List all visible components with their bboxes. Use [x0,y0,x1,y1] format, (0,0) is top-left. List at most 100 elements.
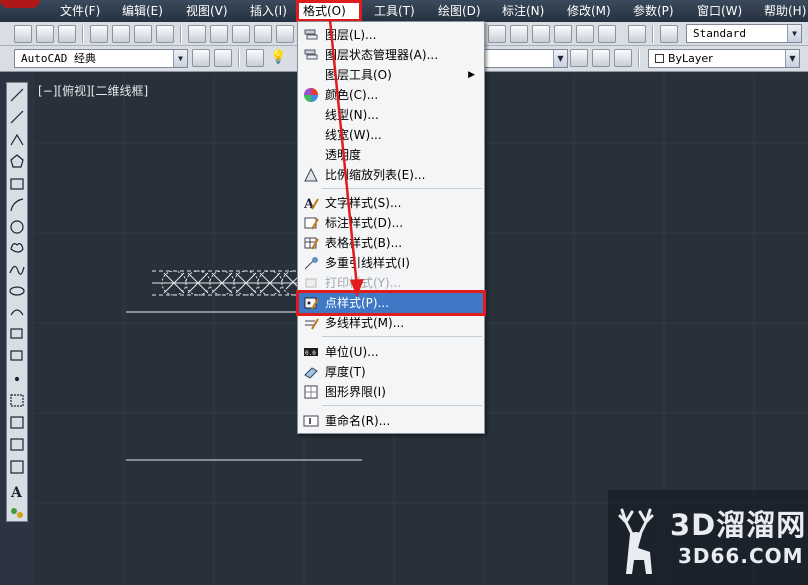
add-selected-icon[interactable] [11,508,17,514]
linetype-combo[interactable]: ByLayer ▼ [648,49,800,68]
thickness-icon [303,364,319,380]
3d-dwf-icon[interactable] [156,25,174,43]
workspace-combo[interactable]: AutoCAD 经典 ▼ [14,49,188,68]
menu-item-dimension-style[interactable]: 标注样式(D)... [299,213,483,233]
make-current-layer-icon[interactable] [570,49,588,67]
toolbar-separator [652,25,654,43]
revision-cloud-icon[interactable] [10,243,24,253]
multiline-text-icon[interactable]: A [10,485,23,501]
menu-item-text-style[interactable]: A 文字样式(S)... [299,193,483,213]
hatch-icon[interactable] [10,394,24,407]
menu-item-color[interactable]: 颜色(C)... [299,85,483,105]
menu-modify[interactable]: 修改(M) [563,0,615,22]
circle-icon[interactable] [10,220,24,234]
menu-item-label: 重命名(R)... [325,414,391,428]
menu-item-rename[interactable]: 重命名(R)... [299,411,483,431]
layer-state-icon[interactable] [614,49,632,67]
menu-item-multileader-style[interactable]: 多重引线样式(I) [299,253,483,273]
menu-item-lineweight[interactable]: 线宽(W)... [299,125,483,145]
menu-item-scale-list[interactable]: 比例缩放列表(E)... [299,165,483,185]
help-icon[interactable] [628,25,646,43]
menu-item-table-style[interactable]: 表格样式(B)... [299,233,483,253]
construction-line-icon[interactable] [10,110,24,124]
save-icon[interactable] [58,25,76,43]
menu-item-drawing-limits[interactable]: 图形界限(I) [299,382,483,402]
region-icon[interactable] [10,438,24,451]
print-icon[interactable] [90,25,108,43]
publish-icon[interactable] [134,25,152,43]
lightbulb-icon[interactable]: 💡 [270,50,286,66]
layer-properties-icon[interactable] [246,49,264,67]
polyline-icon[interactable] [10,133,24,146]
menu-item-label: 图层(L)... [325,28,377,42]
insert-block-icon[interactable] [10,328,23,339]
layer-combo[interactable]: ▼ [482,49,568,68]
menu-insert[interactable]: 插入(I) [246,0,291,22]
menu-item-label: 点样式(P)... [325,296,390,310]
copy-icon[interactable] [210,25,228,43]
paste-icon[interactable] [232,25,250,43]
viewport-controls-label[interactable]: [−][俯视][二维线框] [38,82,148,99]
chevron-down-icon: ▼ [785,50,799,67]
plot-style-icon [303,275,319,291]
text-style-combo[interactable]: Standard ▼ [686,24,802,43]
menu-item-layer-state-manager[interactable]: 图层状态管理器(A)... [299,45,483,65]
menu-dimension[interactable]: 标注(N) [498,0,548,22]
open-file-icon[interactable] [36,25,54,43]
markup-icon[interactable] [576,25,594,43]
calculator-icon[interactable] [598,25,616,43]
menu-edit[interactable]: 编辑(E) [118,0,167,22]
print-preview-icon[interactable] [112,25,130,43]
workspace-settings-gear-icon[interactable] [192,49,210,67]
chevron-down-icon: ▼ [173,50,187,67]
menu-item-label: 单位(U)... [325,345,379,359]
menu-window[interactable]: 窗口(W) [693,0,746,22]
menu-item-label: 多重引线样式(I) [325,256,410,270]
make-block-icon[interactable] [10,350,23,361]
menu-file[interactable]: 文件(F) [56,0,104,22]
menu-item-label: 文字样式(S)... [325,196,402,210]
ellipse-arc-icon[interactable] [10,309,24,316]
menu-view[interactable]: 视图(V) [182,0,232,22]
menu-item-layer[interactable]: 图层(L)... [299,25,483,45]
spline-icon[interactable] [9,265,25,275]
table-icon[interactable] [10,460,24,474]
tool-palettes-icon[interactable] [532,25,550,43]
gradient-icon[interactable] [10,416,24,429]
sheet-set-icon[interactable] [554,25,572,43]
menu-item-multiline-style[interactable]: 多线样式(M)... [299,313,483,333]
customize-icon[interactable] [214,49,232,67]
cut-icon[interactable] [188,25,206,43]
block-editor-icon[interactable] [276,25,294,43]
polygon-icon[interactable] [10,154,24,168]
arc-icon[interactable] [10,198,24,212]
menu-item-units[interactable]: 0.0 单位(U)... [299,342,483,362]
units-icon: 0.0 [303,344,319,360]
menu-item-point-style[interactable]: 点样式(P)... [296,290,486,316]
multiline-style-icon [303,315,319,331]
ellipse-icon[interactable] [9,286,25,296]
add-selected-icon[interactable] [17,512,23,518]
menu-item-label: 表格样式(B)... [325,236,403,250]
menu-item-layer-tools[interactable]: 图层工具(O) ▶ [299,65,483,85]
menu-item-linetype[interactable]: 线型(N)... [299,105,483,125]
menu-item-thickness[interactable]: 厚度(T) [299,362,483,382]
new-file-icon[interactable] [14,25,32,43]
rectangle-icon[interactable] [10,178,24,190]
menu-tools[interactable]: 工具(T) [370,0,419,22]
properties-icon[interactable] [488,25,506,43]
menu-format[interactable]: 格式(O) [296,0,362,22]
layer-previous-icon[interactable] [592,49,610,67]
menu-item-transparency[interactable]: 透明度 [299,145,483,165]
match-properties-icon[interactable] [254,25,272,43]
line-tool-icon[interactable] [10,88,24,102]
menu-item-label: 比例缩放列表(E)... [325,168,426,182]
menu-parametric[interactable]: 参数(P) [629,0,678,22]
text-style-toolbar-icon[interactable] [660,25,678,43]
application-button[interactable] [0,0,40,8]
menu-draw[interactable]: 绘图(D) [434,0,485,22]
watermark: 3D溜溜网 3D66.COM [608,490,808,585]
menu-help[interactable]: 帮助(H) [760,0,808,22]
point-icon[interactable] [14,376,20,382]
design-center-icon[interactable] [510,25,528,43]
